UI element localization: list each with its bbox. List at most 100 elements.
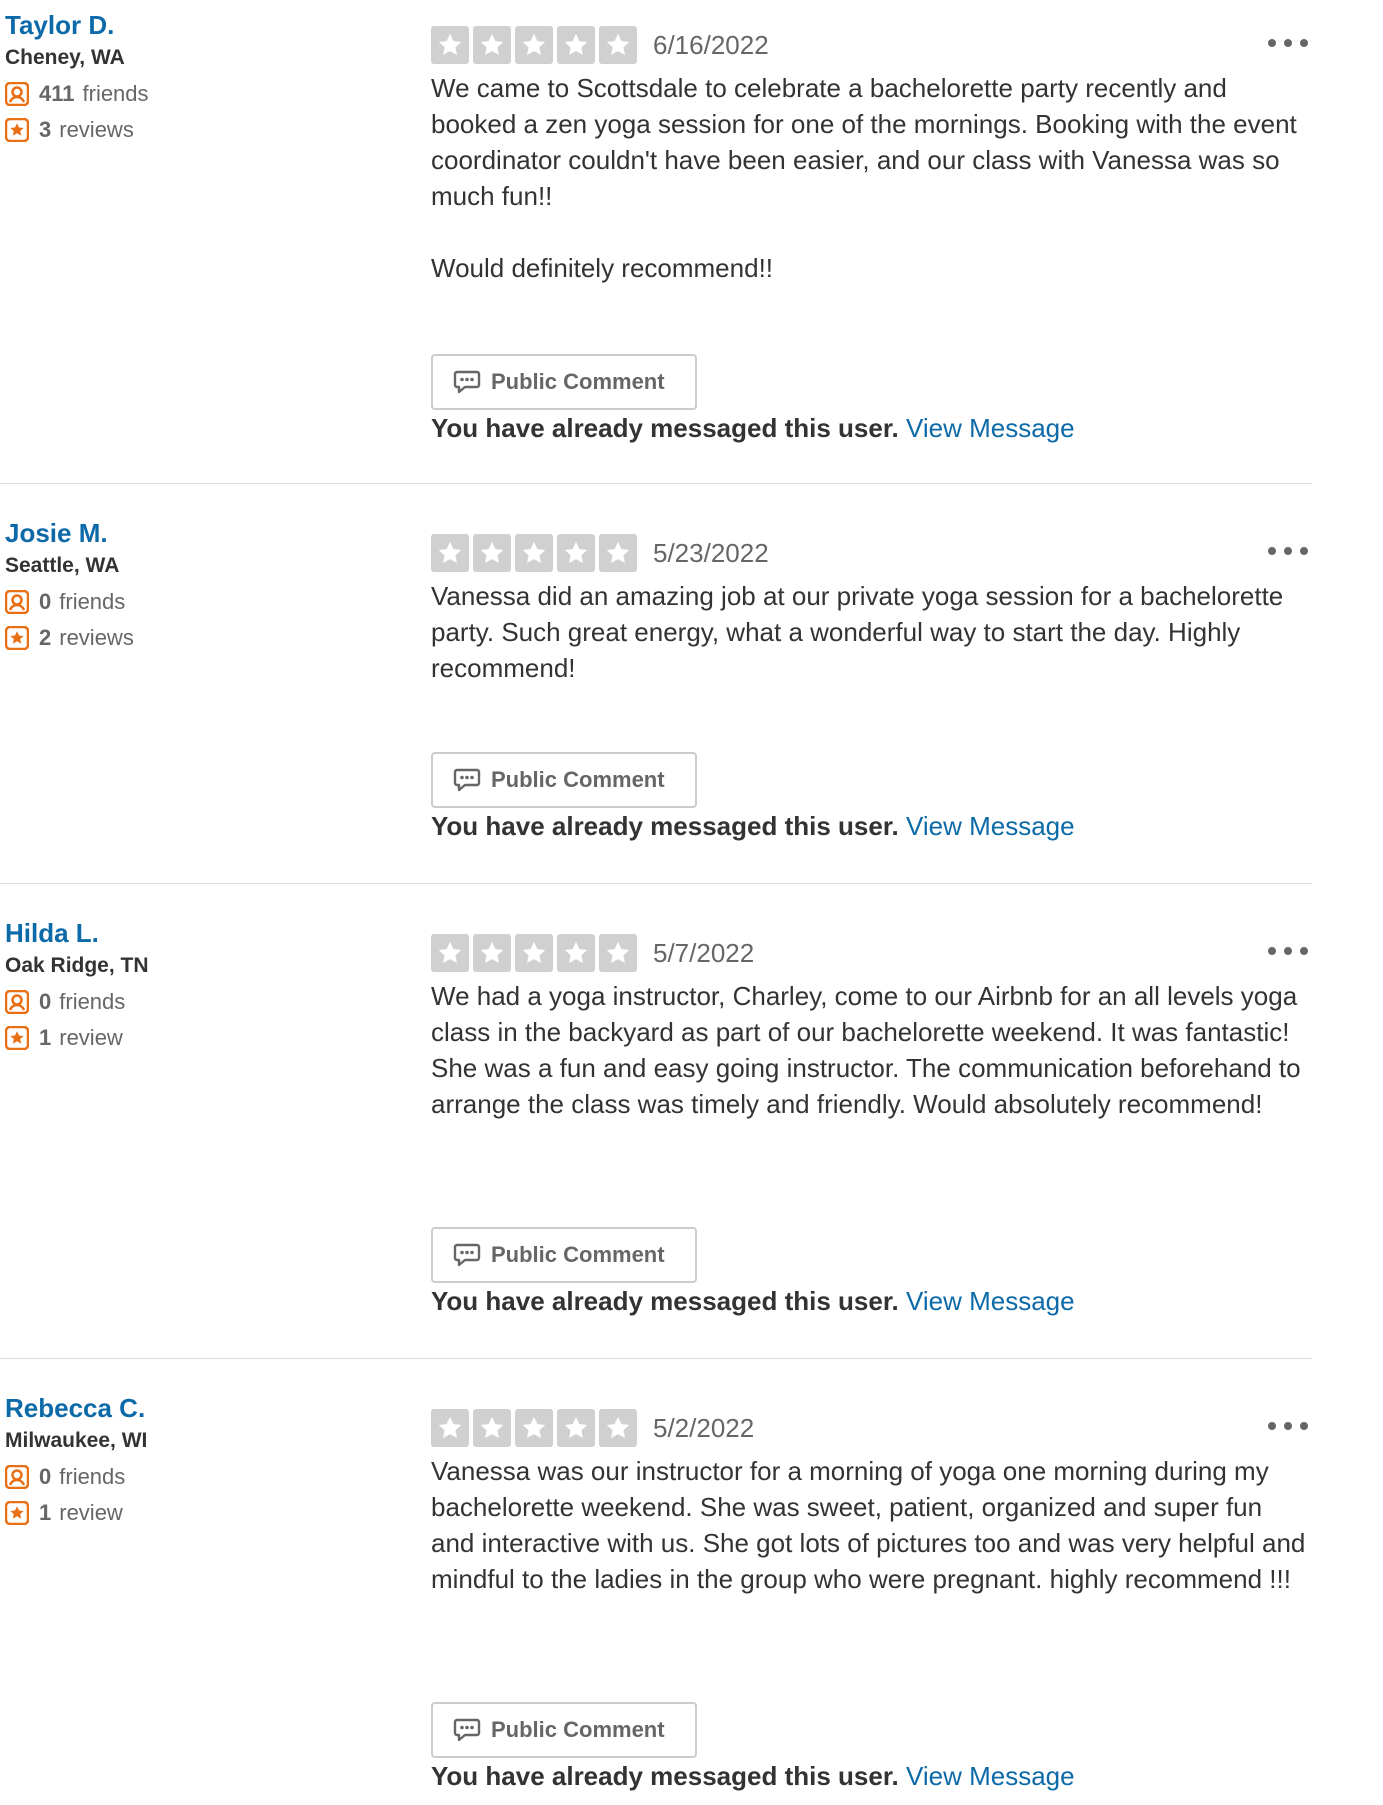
star-icon — [599, 534, 637, 572]
messaged-notice: You have already messaged this user. Vie… — [431, 1760, 1075, 1792]
star-rating — [431, 1409, 641, 1447]
public-comment-button[interactable]: Public Comment — [431, 354, 697, 410]
view-message-link[interactable]: View Message — [906, 1761, 1075, 1791]
public-comment-label: Public Comment — [491, 1717, 665, 1742]
rating-row: 5/7/2022 — [431, 934, 1311, 972]
star-icon — [431, 934, 469, 972]
speech-bubble-icon — [453, 768, 481, 792]
friends-icon — [5, 990, 29, 1014]
speech-bubble-icon — [453, 1243, 481, 1267]
reviews-label: review — [59, 1500, 123, 1525]
review-date: 6/16/2022 — [653, 29, 769, 60]
more-options-ellipsis-icon[interactable] — [1268, 936, 1308, 966]
reviews-count: 2 reviews — [5, 625, 365, 651]
reviewer-name-link[interactable]: Taylor D. — [5, 10, 365, 40]
friends-icon — [5, 590, 29, 614]
reviews-count: 1 review — [5, 1025, 365, 1051]
rating-row: 5/2/2022 — [431, 1409, 1311, 1447]
review-item: Josie M. Seattle, WA 0 friends 2 reviews 5… — [0, 508, 1312, 883]
review-content: 6/16/2022 We came to Scottsdale to celeb… — [431, 0, 1311, 443]
more-options-ellipsis-icon[interactable] — [1268, 536, 1308, 566]
rating-row: 6/16/2022 — [431, 26, 1311, 64]
reviewer-name-link[interactable]: Rebecca C. — [5, 1393, 365, 1423]
public-comment-button[interactable]: Public Comment — [431, 1227, 697, 1283]
star-icon — [557, 1409, 595, 1447]
reviews-count: 1 review — [5, 1500, 365, 1526]
reviewer-name-link[interactable]: Hilda L. — [5, 918, 365, 948]
reviewer-location: Oak Ridge, TN — [5, 954, 149, 977]
reviewer-info: Josie M. Seattle, WA 0 friends 2 reviews — [5, 518, 365, 651]
public-comment-label: Public Comment — [491, 1242, 665, 1267]
reviews-number: 1 — [39, 1025, 52, 1050]
review-content: 5/7/2022 We had a yoga instructor, Charl… — [431, 908, 1311, 1316]
view-message-link[interactable]: View Message — [906, 1286, 1075, 1316]
messaged-notice-text: You have already messaged this user. — [431, 413, 899, 443]
view-message-link[interactable]: View Message — [906, 413, 1075, 443]
review-item: Taylor D. Cheney, WA 411 friends 3 reviews… — [0, 0, 1312, 483]
star-icon — [473, 934, 511, 972]
review-text: Vanessa did an amazing job at our privat… — [431, 581, 1284, 683]
friends-label: friends — [59, 989, 126, 1014]
public-comment-label: Public Comment — [491, 767, 665, 792]
friends-number: 411 — [39, 81, 75, 106]
star-icon — [599, 934, 637, 972]
reviews-number: 3 — [39, 117, 52, 142]
reviewer-name-link[interactable]: Josie M. — [5, 518, 365, 548]
review-item: Rebecca C. Milwaukee, WI 0 friends 1 revie… — [0, 1383, 1312, 1805]
friends-count: 0 friends — [5, 989, 365, 1015]
messaged-notice-text: You have already messaged this user. — [431, 811, 899, 841]
messaged-notice-text: You have already messaged this user. — [431, 1286, 899, 1316]
speech-bubble-icon — [453, 1718, 481, 1742]
review-divider — [0, 1358, 1312, 1359]
reviews-label: reviews — [59, 117, 134, 142]
reviewer-info: Taylor D. Cheney, WA 411 friends 3 reviews — [5, 10, 365, 143]
star-badge-icon — [5, 118, 29, 142]
more-options-ellipsis-icon[interactable] — [1268, 1411, 1308, 1441]
star-icon — [599, 1409, 637, 1447]
friends-icon — [5, 1465, 29, 1489]
messaged-notice: You have already messaged this user. Vie… — [431, 412, 1075, 444]
review-content: 5/2/2022 Vanessa was our instructor for … — [431, 1383, 1311, 1791]
friends-number: 0 — [39, 589, 52, 614]
star-icon — [431, 26, 469, 64]
star-icon — [473, 26, 511, 64]
star-badge-icon — [5, 1501, 29, 1525]
more-options-ellipsis-icon[interactable] — [1268, 28, 1308, 58]
public-comment-label: Public Comment — [491, 369, 665, 394]
review-date: 5/23/2022 — [653, 537, 769, 568]
star-icon — [599, 26, 637, 64]
messaged-notice: You have already messaged this user. Vie… — [431, 810, 1075, 842]
friends-count: 0 friends — [5, 1464, 365, 1490]
messaged-notice-text: You have already messaged this user. — [431, 1761, 899, 1791]
review-item: Hilda L. Oak Ridge, TN 0 friends 1 review … — [0, 908, 1312, 1358]
view-message-link[interactable]: View Message — [906, 811, 1075, 841]
star-icon — [557, 26, 595, 64]
star-badge-icon — [5, 1026, 29, 1050]
reviews-number: 1 — [39, 1500, 52, 1525]
friends-count: 411 friends — [5, 81, 365, 107]
review-text: We had a yoga instructor, Charley, come … — [431, 981, 1301, 1119]
star-icon — [515, 26, 553, 64]
review-text: We came to Scottsdale to celebrate a bac… — [431, 73, 1297, 283]
review-divider — [0, 483, 1312, 484]
star-rating — [431, 26, 641, 64]
friends-label: friends — [59, 1464, 126, 1489]
reviewer-location: Seattle, WA — [5, 554, 120, 577]
friends-label: friends — [82, 81, 149, 106]
friends-number: 0 — [39, 1464, 52, 1489]
speech-bubble-icon — [453, 370, 481, 394]
star-icon — [473, 1409, 511, 1447]
star-icon — [515, 534, 553, 572]
reviewer-info: Rebecca C. Milwaukee, WI 0 friends 1 revie… — [5, 1393, 365, 1526]
star-rating — [431, 934, 641, 972]
reviewer-info: Hilda L. Oak Ridge, TN 0 friends 1 review — [5, 918, 365, 1051]
review-content: 5/23/2022 Vanessa did an amazing job at … — [431, 508, 1311, 841]
public-comment-button[interactable]: Public Comment — [431, 752, 697, 808]
review-date: 5/2/2022 — [653, 1412, 755, 1443]
star-icon — [557, 934, 595, 972]
star-icon — [473, 534, 511, 572]
public-comment-button[interactable]: Public Comment — [431, 1702, 697, 1758]
friends-number: 0 — [39, 989, 52, 1014]
friends-count: 0 friends — [5, 589, 365, 615]
reviews-label: reviews — [59, 625, 134, 650]
